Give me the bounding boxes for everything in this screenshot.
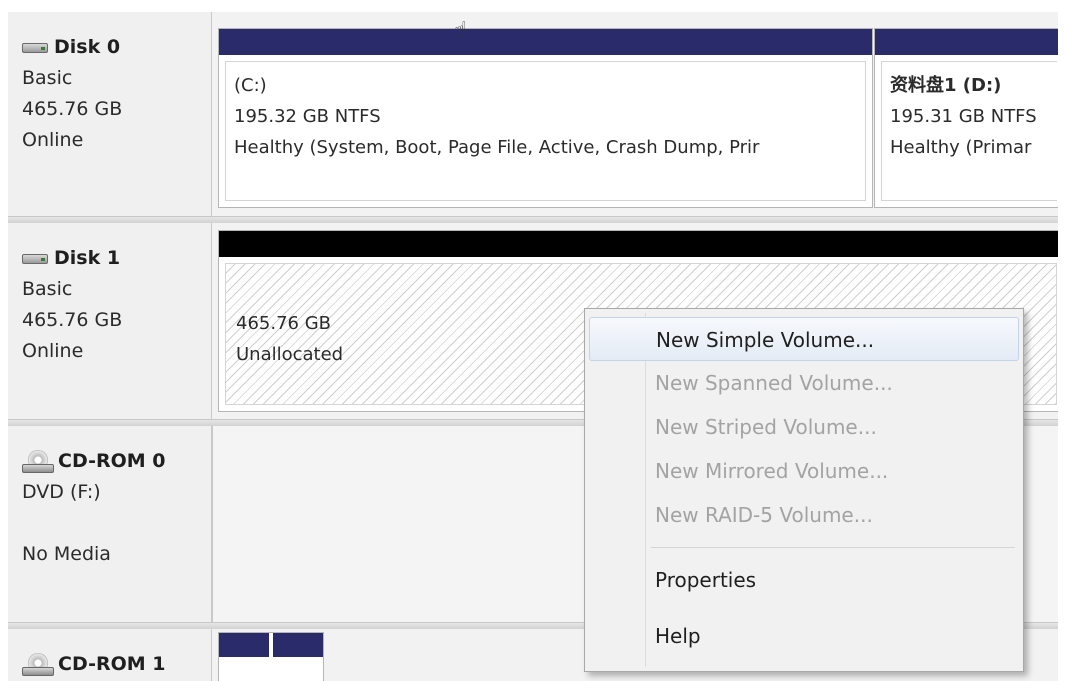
cd-drive-icon: [22, 449, 56, 474]
cdrom-0-label[interactable]: CD-ROM 0 DVD (F:) No Media: [8, 426, 212, 622]
menu-item-properties[interactable]: Properties: [589, 558, 1019, 602]
disk-1-status: Online: [22, 340, 84, 362]
cdrom-1-label[interactable]: CD-ROM 1: [8, 629, 212, 681]
menu-item-new-spanned-volume: New Spanned Volume...: [655, 371, 893, 395]
hard-disk-icon: [22, 252, 50, 266]
disk-1-type: Basic: [22, 278, 73, 300]
cdrom-1-bar-right: [273, 633, 323, 657]
cdrom-0-drive: DVD (F:): [22, 481, 101, 503]
partition-c-name: (C:): [234, 75, 267, 96]
unallocated-bar: [219, 231, 1058, 257]
menu-item-help[interactable]: Help: [589, 614, 1019, 658]
menu-separator: [651, 547, 1015, 548]
disk-0-status: Online: [22, 129, 84, 151]
partition-d-filesystem: 195.31 GB NTFS: [890, 106, 1037, 127]
partition-d-health: Healthy (Primar: [890, 137, 1032, 158]
partition-d-name: 资料盘1 (D:): [890, 75, 1002, 96]
disk-0-name: Disk 0: [54, 36, 121, 58]
row-separator: [8, 216, 1058, 223]
disk-1-label[interactable]: Disk 1 Basic 465.76 GB Online: [8, 223, 212, 419]
cd-drive-icon: [22, 652, 56, 677]
partition-c-bar: [219, 29, 872, 55]
partition-c-filesystem: 195.32 GB NTFS: [234, 106, 381, 127]
partition-d-bar: [875, 29, 1058, 55]
menu-item-new-mirrored-volume: New Mirrored Volume...: [655, 459, 889, 483]
disk-management-graphical-view: Disk 0 Basic 465.76 GB Online (C:) 195.3…: [8, 12, 1058, 681]
context-menu: New Simple Volume... New Spanned Volume.…: [584, 308, 1024, 672]
cdrom-1-volume[interactable]: [218, 632, 324, 681]
disk-0-size: 465.76 GB: [22, 98, 123, 120]
menu-item-new-simple-volume[interactable]: New Simple Volume...: [589, 317, 1019, 361]
disk-1-size: 465.76 GB: [22, 309, 123, 331]
menu-item-new-raid5-volume: New RAID-5 Volume...: [655, 503, 873, 527]
partition-c[interactable]: (C:) 195.32 GB NTFS Healthy (System, Boo…: [218, 28, 873, 208]
cdrom-0-status: No Media: [22, 543, 111, 565]
menu-item-new-striped-volume: New Striped Volume...: [655, 415, 877, 439]
hand-cursor-icon: ☝: [454, 18, 468, 43]
cdrom-1-bar-left: [219, 633, 269, 657]
partition-c-health: Healthy (System, Boot, Page File, Active…: [234, 137, 760, 158]
disk-1-name: Disk 1: [54, 247, 121, 269]
cdrom-0-name: CD-ROM 0: [58, 450, 166, 472]
disk-0-type: Basic: [22, 67, 73, 89]
cdrom-1-name: CD-ROM 1: [58, 653, 166, 675]
partition-d[interactable]: 资料盘1 (D:) 195.31 GB NTFS Healthy (Primar: [874, 28, 1058, 208]
disk-0-label[interactable]: Disk 0 Basic 465.76 GB Online: [8, 12, 212, 216]
hard-disk-icon: [22, 41, 50, 55]
